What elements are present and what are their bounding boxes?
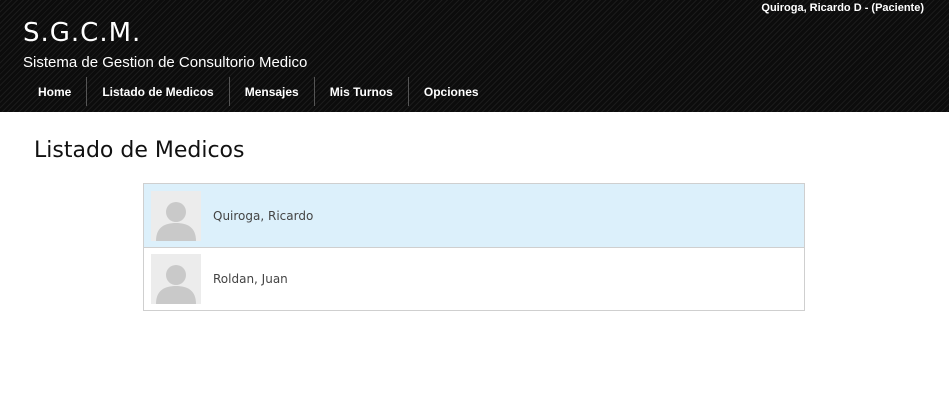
brand-title[interactable]: S.G.C.M.: [23, 18, 141, 48]
user-placeholder-icon: [151, 254, 201, 304]
brand-subtitle: Sistema de Gestion de Consultorio Medico: [23, 54, 308, 71]
doctor-list: Quiroga, Ricardo Roldan, Juan: [143, 183, 805, 311]
list-item[interactable]: Roldan, Juan: [144, 247, 804, 310]
header: Quiroga, Ricardo D - (Paciente) S.G.C.M.…: [0, 0, 949, 112]
user-info[interactable]: Quiroga, Ricardo D - (Paciente): [761, 2, 924, 14]
doctor-name: Quiroga, Ricardo: [213, 208, 314, 223]
nav-item-home[interactable]: Home: [23, 77, 86, 106]
page-title: Listado de Medicos: [34, 138, 245, 163]
nav-item-listado-de-medicos[interactable]: Listado de Medicos: [86, 77, 228, 106]
nav-item-mis-turnos[interactable]: Mis Turnos: [313, 77, 408, 106]
doctor-name: Roldan, Juan: [213, 272, 288, 286]
user-placeholder-icon: [151, 190, 201, 241]
main-nav: Home Listado de Medicos Mensajes Mis Tur…: [23, 77, 494, 106]
nav-item-opciones[interactable]: Opciones: [407, 77, 494, 106]
nav-item-mensajes[interactable]: Mensajes: [228, 77, 314, 106]
list-item[interactable]: Quiroga, Ricardo: [144, 184, 804, 247]
